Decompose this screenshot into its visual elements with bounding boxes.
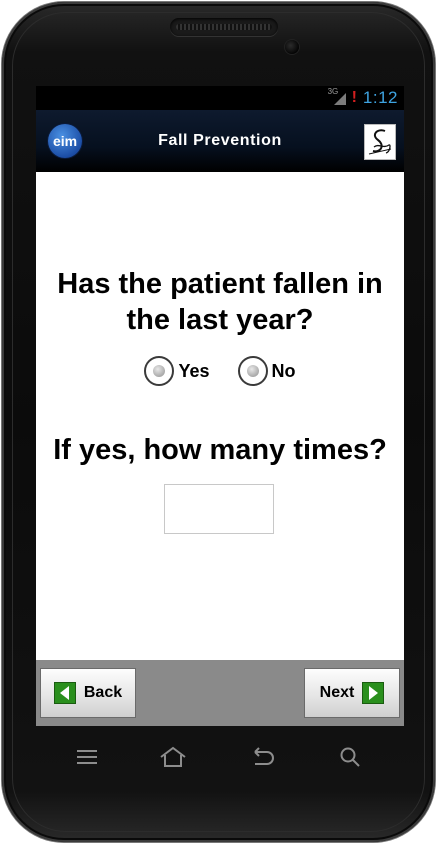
app-screen: eim Fall Prevention Has the patient fall… — [36, 110, 404, 726]
status-bar: 3G ! 1:12 — [36, 86, 404, 110]
status-indicators: 3G ! 1:12 — [328, 87, 398, 108]
back-arrow-icon[interactable] — [247, 743, 277, 771]
radio-button-yes[interactable] — [144, 356, 175, 386]
app-header: eim Fall Prevention — [36, 110, 404, 172]
fall-question: Has the patient fallen in the last year? — [57, 268, 383, 336]
signal-strength — [333, 93, 346, 105]
fall-answer-group: Yes No — [36, 356, 404, 386]
page-title: Fall Prevention — [158, 132, 282, 149]
next-button[interactable]: Next — [304, 668, 400, 718]
status-clock: 1:12 — [362, 88, 398, 107]
radio-button-no[interactable] — [237, 356, 268, 386]
back-button-label: Back — [83, 684, 123, 701]
menu-icon[interactable] — [72, 743, 102, 771]
radio-indicator — [246, 365, 259, 377]
signature-button[interactable] — [364, 124, 396, 160]
radio-option-no[interactable]: No — [237, 356, 296, 386]
earpiece-speaker — [170, 18, 278, 36]
fall-count-question: If yes, how many times? — [53, 434, 387, 466]
speaker-grille — [176, 24, 272, 30]
next-arrow-icon — [362, 682, 385, 704]
search-icon[interactable] — [335, 743, 365, 771]
fall-count-input[interactable] — [164, 484, 274, 534]
home-icon[interactable] — [158, 743, 188, 771]
radio-option-yes[interactable]: Yes — [144, 356, 210, 386]
radio-indicator — [153, 365, 166, 377]
signal-bars-icon: 3G — [328, 87, 346, 105]
back-button[interactable]: Back — [40, 668, 136, 718]
signature-icon — [368, 129, 392, 155]
alert-exclamation-icon: ! — [351, 89, 357, 106]
back-arrow-icon — [53, 682, 76, 704]
radio-label-no: No — [271, 360, 296, 381]
next-button-label: Next — [319, 684, 355, 701]
footer-nav: Back Next — [36, 660, 404, 726]
front-camera — [285, 40, 299, 54]
android-softkeys — [36, 735, 404, 779]
radio-label-yes: Yes — [178, 360, 210, 381]
